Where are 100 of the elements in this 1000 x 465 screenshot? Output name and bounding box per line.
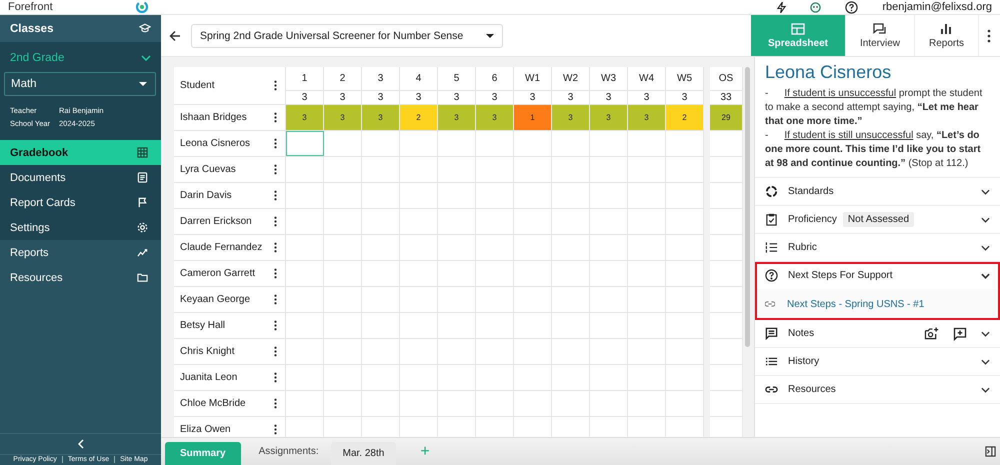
student-name[interactable]: Keyaan George — [180, 294, 250, 305]
more-options-icon[interactable] — [274, 372, 277, 383]
chevron-down-icon — [981, 272, 990, 278]
score-cell[interactable]: 3 — [590, 105, 628, 130]
brand-name: Forefront — [8, 1, 54, 13]
more-options-icon[interactable] — [274, 424, 277, 435]
more-options-icon[interactable] — [274, 346, 277, 357]
student-name[interactable]: Leona Cisneros — [180, 138, 250, 149]
score-cell[interactable]: 2 — [666, 105, 704, 130]
chevron-down-icon — [981, 188, 990, 194]
more-options-icon[interactable] — [274, 138, 277, 149]
numbered-list-icon — [765, 241, 778, 254]
classes-header[interactable]: Classes — [0, 15, 161, 42]
face-icon[interactable] — [810, 2, 822, 12]
panel-toggle-icon[interactable] — [985, 446, 996, 457]
chevron-down-icon — [981, 358, 990, 364]
ring-icon — [765, 185, 778, 198]
section-header[interactable]: Proficiency Not Assessed — [755, 206, 1000, 233]
student-name[interactable]: Betsy Hall — [180, 320, 226, 331]
logo-icon — [136, 1, 148, 13]
add-photo-icon[interactable] — [924, 327, 939, 340]
list-icon — [765, 355, 778, 368]
user-email[interactable]: rbenjamin@felixsd.org — [882, 1, 992, 13]
sidebar-item[interactable]: Report Cards — [0, 190, 161, 215]
more-options-icon[interactable] — [274, 268, 277, 279]
column-header: 1 — [286, 67, 323, 91]
section-header[interactable]: Standards — [755, 178, 1000, 205]
view-tab[interactable]: Interview — [846, 15, 915, 56]
sidebar-item[interactable]: Reports — [0, 240, 161, 265]
chevron-down-icon — [141, 55, 151, 61]
student-name[interactable]: Claude Fernandez — [180, 242, 262, 253]
score-cell[interactable]: 3 — [362, 105, 400, 130]
layout-icon — [790, 22, 805, 34]
section-header[interactable]: History — [755, 348, 1000, 375]
student-name[interactable]: Eliza Owen — [180, 424, 231, 435]
back-arrow-icon[interactable] — [169, 30, 181, 42]
column-header: 2 — [324, 67, 361, 91]
view-tab[interactable]: Reports — [914, 15, 979, 56]
more-options-icon[interactable] — [987, 28, 991, 42]
score-cell[interactable]: 3 — [286, 105, 324, 130]
column-header: 4 — [400, 67, 437, 91]
more-options-icon[interactable] — [274, 242, 277, 253]
student-name[interactable]: Darin Davis — [180, 190, 232, 201]
student-name[interactable]: Juanita Leon — [180, 372, 238, 383]
more-options-icon[interactable] — [274, 398, 277, 409]
doc-icon — [137, 172, 148, 183]
score-cell[interactable] — [286, 131, 324, 156]
caret-icon — [139, 82, 147, 86]
help-icon[interactable] — [845, 0, 858, 14]
max-score: 3 — [642, 91, 650, 104]
max-score: 3 — [490, 91, 498, 104]
student-name[interactable]: Ishaan Bridges — [180, 112, 247, 123]
student-name[interactable]: Cameron Garrett — [180, 268, 256, 279]
scrollbar[interactable] — [745, 67, 750, 347]
add-comment-icon[interactable] — [953, 326, 967, 340]
student-name[interactable]: Chloe McBride — [180, 398, 246, 409]
collapse-chevron-icon[interactable] — [78, 439, 84, 449]
assignments-label: Assignments: — [258, 446, 319, 457]
score-cell[interactable]: 3 — [628, 105, 666, 130]
score-cell[interactable]: 3 — [552, 105, 590, 130]
class-selector[interactable]: 2nd Grade — [0, 48, 161, 70]
column-header: 6 — [476, 67, 513, 91]
more-options-icon[interactable] — [274, 112, 277, 123]
more-options-icon[interactable] — [274, 190, 277, 201]
section-header[interactable]: Rubric — [755, 234, 1000, 261]
section-header[interactable]: Next Steps For Support — [755, 262, 1000, 289]
more-options-icon[interactable] — [274, 80, 277, 91]
gear-icon — [137, 222, 148, 233]
caret-icon — [486, 34, 494, 38]
more-options-icon[interactable] — [274, 164, 277, 175]
score-cell[interactable]: 3 — [476, 105, 514, 130]
section-header[interactable]: Resources — [755, 376, 1000, 403]
bolt-icon[interactable] — [777, 2, 786, 12]
flag-icon — [137, 197, 148, 208]
trend-chart-icon — [137, 247, 148, 258]
more-options-icon[interactable] — [274, 294, 277, 305]
max-score: 3 — [376, 91, 384, 104]
assessment-dropdown[interactable]: Spring 2nd Grade Universal Screener for Number Sense — [191, 24, 503, 48]
more-options-icon[interactable] — [274, 320, 277, 331]
subject-dropdown[interactable]: Math — [4, 72, 156, 96]
assignment-tab[interactable]: Mar. 28th — [330, 442, 396, 465]
score-cell[interactable]: 3 — [438, 105, 476, 130]
score-cell[interactable]: 1 — [514, 105, 552, 130]
score-cell[interactable]: 3 — [324, 105, 362, 130]
max-score: 3 — [300, 91, 308, 104]
sidebar-item[interactable]: Gradebook — [0, 140, 161, 165]
sidebar-item[interactable]: Settings — [0, 215, 161, 240]
student-name[interactable]: Lyra Cuevas — [180, 164, 236, 175]
chat-icon — [872, 22, 887, 34]
clipboard-check-icon — [765, 213, 778, 226]
student-name[interactable]: Chris Knight — [180, 346, 234, 357]
column-header: W3 — [590, 67, 627, 91]
comment-icon — [765, 327, 778, 340]
section-header[interactable]: Notes — [755, 320, 1000, 347]
column-header: OS — [710, 67, 742, 91]
sidebar-item[interactable]: Resources — [0, 265, 161, 290]
student-name[interactable]: Darren Erickson — [180, 216, 252, 227]
sidebar-item[interactable]: Documents — [0, 165, 161, 190]
score-cell[interactable]: 2 — [400, 105, 438, 130]
more-options-icon[interactable] — [274, 216, 277, 227]
